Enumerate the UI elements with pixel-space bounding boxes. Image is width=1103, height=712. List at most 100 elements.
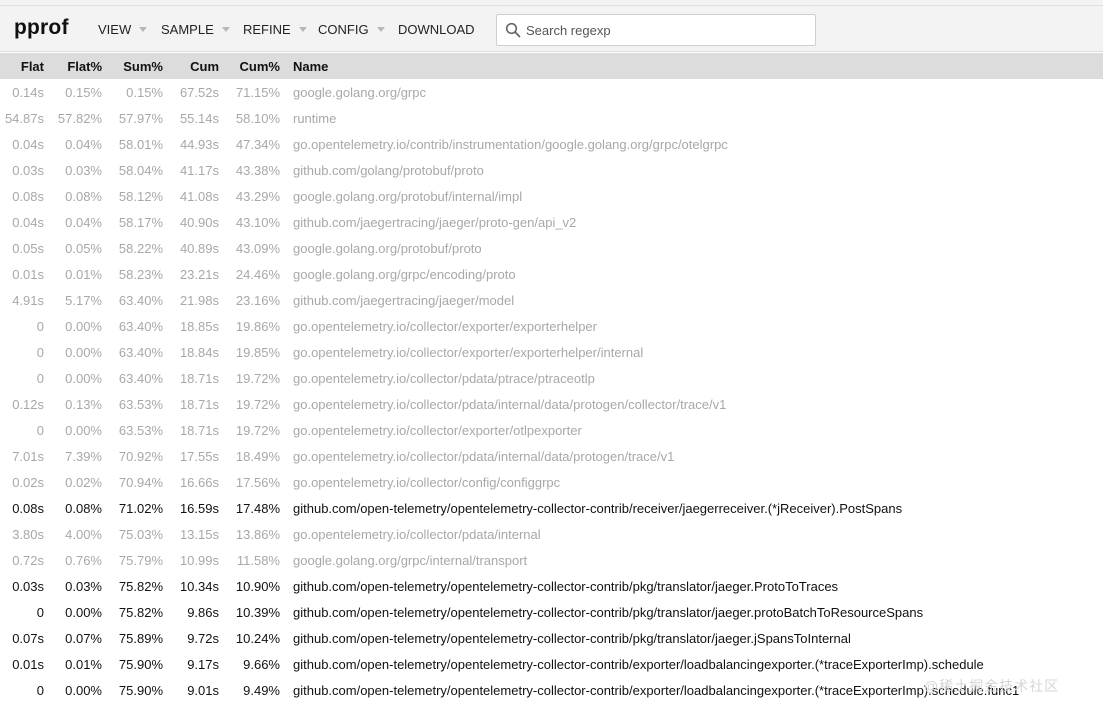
- cell-name: google.golang.org/grpc/encoding/proto: [293, 267, 516, 282]
- cell-cum-percent: 17.56%: [235, 475, 280, 490]
- table-row[interactable]: 0.72s 0.76% 75.79% 10.99s 11.58% google.golan…: [0, 547, 1103, 573]
- cell-cum-percent: 19.72%: [235, 371, 280, 386]
- table-row[interactable]: 7.01s 7.39% 70.92% 17.55s 18.49% go.opentelem…: [0, 443, 1103, 469]
- cell-sum-percent: 75.03%: [118, 527, 163, 542]
- table-row[interactable]: 0.03s 0.03% 75.82% 10.34s 10.90% github.com/o…: [0, 573, 1103, 599]
- cell-name: runtime: [293, 111, 337, 126]
- column-header-flat[interactable]: Flat: [0, 59, 44, 74]
- menu-refine[interactable]: REFINE: [243, 22, 307, 37]
- table-row[interactable]: 0.12s 0.13% 63.53% 18.71s 19.72% go.opentelem…: [0, 391, 1103, 417]
- cell-cum-percent: 58.10%: [235, 111, 280, 126]
- cell-cum: 18.71s: [179, 423, 219, 438]
- column-header-sum-percent[interactable]: Sum%: [102, 59, 163, 74]
- cell-cum: 16.59s: [179, 501, 219, 516]
- cell-sum-percent: 70.94%: [118, 475, 163, 490]
- cell-name: github.com/open-telemetry/opentelemetry-…: [293, 657, 984, 672]
- app-logo: pprof: [14, 16, 69, 39]
- cell-flat-percent: 0.05%: [65, 241, 102, 256]
- cell-flat-percent: 0.08%: [65, 189, 102, 204]
- cell-cum: 16.66s: [179, 475, 219, 490]
- table-row[interactable]: 0 0.00% 75.82% 9.86s 10.39% github.com/open-t…: [0, 599, 1103, 625]
- toolbar: pprof VIEW SAMPLE REFINE CONFIG DOWNLOAD: [0, 6, 1103, 52]
- table-row[interactable]: 0.03s 0.03% 58.04% 41.17s 43.38% github.com/g…: [0, 157, 1103, 183]
- table-row[interactable]: 0 0.00% 63.40% 18.84s 19.85% go.opentelemetry…: [0, 339, 1103, 365]
- cell-sum-percent: 63.40%: [118, 345, 163, 360]
- cell-name: go.opentelemetry.io/collector/pdata/inte…: [293, 397, 727, 412]
- cell-sum-percent: 58.01%: [118, 137, 163, 152]
- cell-sum-percent: 63.53%: [118, 423, 163, 438]
- cell-name: google.golang.org/grpc: [293, 85, 426, 100]
- cell-flat: 0: [36, 319, 44, 334]
- cell-cum-percent: 17.48%: [235, 501, 280, 516]
- cell-cum: 9.72s: [187, 631, 219, 646]
- cell-flat-percent: 0.13%: [65, 397, 102, 412]
- cell-cum: 13.15s: [179, 527, 219, 542]
- menu-sample[interactable]: SAMPLE: [161, 22, 230, 37]
- table-row[interactable]: 0 0.00% 63.40% 18.85s 19.86% go.opentelemetry…: [0, 313, 1103, 339]
- cell-flat-percent: 0.04%: [65, 215, 102, 230]
- cell-flat: 0.03s: [12, 579, 44, 594]
- cell-cum: 10.99s: [179, 553, 219, 568]
- cell-name: go.opentelemetry.io/collector/exporter/o…: [293, 423, 582, 438]
- menu-config-label: CONFIG: [318, 22, 369, 37]
- column-header-flat-percent[interactable]: Flat%: [44, 59, 102, 74]
- cell-cum: 17.55s: [179, 449, 219, 464]
- cell-flat: 0.05s: [12, 241, 44, 256]
- cell-sum-percent: 57.97%: [118, 111, 163, 126]
- cell-cum: 44.93s: [179, 137, 219, 152]
- cell-flat: 0.01s: [12, 657, 44, 672]
- cell-flat: 0.14s: [12, 85, 44, 100]
- cell-cum: 10.34s: [179, 579, 219, 594]
- cell-sum-percent: 58.22%: [118, 241, 163, 256]
- menu-config[interactable]: CONFIG: [318, 22, 385, 37]
- table-row[interactable]: 0.07s 0.07% 75.89% 9.72s 10.24% github.com/op…: [0, 625, 1103, 651]
- cell-name: google.golang.org/protobuf/proto: [293, 241, 482, 256]
- table-row[interactable]: 0.08s 0.08% 71.02% 16.59s 17.48% github.com/o…: [0, 495, 1103, 521]
- chevron-down-icon: [221, 27, 230, 32]
- table-row[interactable]: 4.91s 5.17% 63.40% 21.98s 23.16% github.com/j…: [0, 287, 1103, 313]
- table-row[interactable]: 0 0.00% 63.53% 18.71s 19.72% go.opentelemetry…: [0, 417, 1103, 443]
- table-row[interactable]: 0.02s 0.02% 70.94% 16.66s 17.56% go.opentelem…: [0, 469, 1103, 495]
- cell-flat-percent: 57.82%: [57, 111, 102, 126]
- cell-flat: 0: [36, 371, 44, 386]
- table-row[interactable]: 0.05s 0.05% 58.22% 40.89s 43.09% google.golan…: [0, 235, 1103, 261]
- table-row[interactable]: 0 0.00% 63.40% 18.71s 19.72% go.opentelemetry…: [0, 365, 1103, 391]
- chevron-down-icon: [139, 27, 148, 32]
- table-row[interactable]: 0.01s 0.01% 75.90% 9.17s 9.66% github.com/ope…: [0, 651, 1103, 677]
- table-row[interactable]: 0.04s 0.04% 58.17% 40.90s 43.10% github.com/j…: [0, 209, 1103, 235]
- cell-cum: 67.52s: [179, 85, 219, 100]
- cell-cum: 21.98s: [179, 293, 219, 308]
- cell-cum: 18.85s: [179, 319, 219, 334]
- cell-flat-percent: 0.00%: [65, 683, 102, 698]
- table-row[interactable]: 0.14s 0.15% 0.15% 67.52s 71.15% google.golang…: [0, 79, 1103, 105]
- cell-cum-percent: 19.72%: [235, 397, 280, 412]
- table-row[interactable]: 54.87s 57.82% 57.97% 55.14s 58.10% runtime: [0, 105, 1103, 131]
- menu-download[interactable]: DOWNLOAD: [398, 22, 475, 37]
- cell-flat-percent: 0.15%: [65, 85, 102, 100]
- cell-flat: 0.02s: [12, 475, 44, 490]
- column-header-name[interactable]: Name: [293, 59, 328, 74]
- table-row[interactable]: 0.04s 0.04% 58.01% 44.93s 47.34% go.opentelem…: [0, 131, 1103, 157]
- table-row[interactable]: 0.01s 0.01% 58.23% 23.21s 24.46% google.golan…: [0, 261, 1103, 287]
- cell-cum: 9.86s: [187, 605, 219, 620]
- cell-flat: 0: [36, 423, 44, 438]
- table-row[interactable]: 3.80s 4.00% 75.03% 13.15s 13.86% go.opentelem…: [0, 521, 1103, 547]
- cell-sum-percent: 75.82%: [118, 605, 163, 620]
- cell-name: github.com/open-telemetry/opentelemetry-…: [293, 683, 1020, 698]
- cell-flat-percent: 0.00%: [65, 345, 102, 360]
- cell-flat: 0.03s: [12, 163, 44, 178]
- search-input[interactable]: [526, 20, 806, 40]
- cell-flat: 0.01s: [12, 267, 44, 282]
- menu-view[interactable]: VIEW: [98, 22, 148, 37]
- cell-flat: 0.08s: [12, 189, 44, 204]
- cell-flat-percent: 0.07%: [65, 631, 102, 646]
- cell-sum-percent: 75.89%: [118, 631, 163, 646]
- table-row[interactable]: 0.08s 0.08% 58.12% 41.08s 43.29% google.golan…: [0, 183, 1103, 209]
- cell-cum-percent: 10.24%: [235, 631, 280, 646]
- column-header-cum-percent[interactable]: Cum%: [219, 59, 280, 74]
- column-header-cum[interactable]: Cum: [163, 59, 219, 74]
- cell-flat: 0.08s: [12, 501, 44, 516]
- cell-cum-percent: 10.90%: [235, 579, 280, 594]
- cell-name: github.com/open-telemetry/opentelemetry-…: [293, 501, 903, 516]
- cell-sum-percent: 63.40%: [118, 293, 163, 308]
